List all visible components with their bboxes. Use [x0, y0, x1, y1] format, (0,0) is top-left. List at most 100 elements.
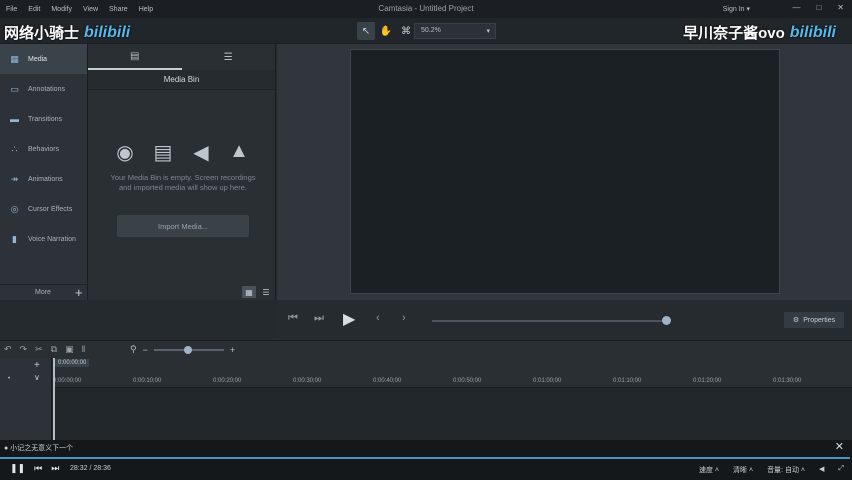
sidebar-item-label: Media	[28, 55, 48, 63]
sidebar-item-annotations[interactable]: ▭ Annotations	[0, 74, 87, 104]
watermark-right: 早川奈子酱ovo bilibili	[683, 22, 836, 43]
copy-icon[interactable]: ⧉	[51, 344, 57, 355]
preview-canvas[interactable]	[350, 49, 780, 294]
sidebar-item-cursor-effects[interactable]: ◎ Cursor Effects	[0, 194, 87, 224]
sign-in-button[interactable]: Sign In ▾	[723, 5, 750, 13]
zoom-in-icon[interactable]: +	[230, 345, 235, 355]
ruler-tick: 0:01:20;00	[693, 378, 722, 384]
next-icon[interactable]: ⏭	[51, 463, 59, 474]
chevron-down-icon: ▾	[486, 28, 490, 35]
zoom-value: 50.2%	[421, 27, 441, 34]
arrow-tool-icon[interactable]: ↖	[357, 22, 375, 40]
ruler-tick: 0:01:00;00	[533, 378, 562, 384]
menu-view[interactable]: View	[83, 6, 98, 13]
crop-tool-icon[interactable]: ⌘	[397, 22, 415, 40]
film-icon: ▤	[153, 142, 173, 164]
menu-share[interactable]: Share	[109, 6, 128, 13]
sidebar-item-transitions[interactable]: ▬ Transitions	[0, 104, 87, 134]
image-icon: ▲	[229, 140, 249, 162]
list-icon: ☰	[223, 51, 233, 63]
microphone-icon: ▮	[12, 233, 17, 244]
track-handle-icon[interactable]: •	[8, 376, 10, 382]
menu-help[interactable]: Help	[139, 6, 153, 13]
import-media-button[interactable]: Import Media...	[117, 215, 249, 237]
zoom-slider[interactable]	[153, 345, 224, 354]
properties-button[interactable]: ⚙ Properties	[784, 312, 844, 328]
ruler-tick: 0:00:00;00	[53, 378, 82, 384]
undo-icon[interactable]: ↶	[4, 344, 12, 355]
playback-bar: ⏮ ⏭ ▶ ‹ › ⚙ Properties	[277, 300, 852, 340]
animation-icon: ↠	[10, 173, 19, 184]
media-bin-tab[interactable]: ▤	[88, 44, 182, 70]
window-controls: — □ ✕	[792, 3, 844, 12]
zoom-slider-handle[interactable]	[183, 345, 192, 354]
library-tab[interactable]: ☰	[182, 44, 276, 70]
sidebar-item-voice-narration[interactable]: ▮ Voice Narration	[0, 224, 87, 254]
playhead-time: 0:00:00;00	[55, 359, 90, 367]
sidebar-item-animations[interactable]: ↠ Animations	[0, 164, 87, 194]
previous-icon[interactable]: ⏮	[34, 463, 42, 474]
step-back-icon[interactable]: ⏮	[288, 312, 298, 325]
ruler-tick: 0:01:30;00	[773, 378, 802, 384]
timeline-toolbar: ↶ ↷ ✂ ⧉ ▣ ‖ ⚲ − +	[0, 340, 852, 358]
zoom-select[interactable]: 50.2% ▾	[414, 23, 496, 39]
media-bin-heading: Media Bin	[88, 70, 275, 90]
search-icon: ⚲	[130, 344, 137, 354]
behavior-icon: ∴	[11, 143, 18, 154]
quality-button[interactable]: 清晰 ˄	[733, 465, 753, 475]
media-type-icons: ◉ ▤ ◀ ▲	[88, 140, 276, 165]
pan-tool-icon[interactable]: ✋	[377, 22, 395, 40]
grid-view-icon[interactable]: ▦	[242, 286, 256, 298]
speaker-icon: ◀	[193, 142, 209, 164]
previous-icon[interactable]: ‹	[376, 312, 380, 324]
ruler-tick: 0:01:10;00	[613, 378, 642, 384]
add-icon[interactable]: +	[75, 285, 83, 300]
timeline-ruler[interactable]: 0:00:00;00 0:00:10;00 0:00:20;00 0:00:30…	[53, 358, 852, 388]
playhead[interactable]	[53, 358, 55, 440]
canvas-area	[277, 44, 852, 300]
sidebar-item-label: Animations	[28, 175, 63, 183]
next-icon[interactable]: ›	[402, 312, 406, 324]
watermark-right-text: 早川奈子酱ovo	[683, 25, 785, 42]
split-icon[interactable]: ‖	[82, 344, 86, 355]
video-progress[interactable]	[0, 457, 851, 459]
film-icon: ▤	[130, 50, 140, 62]
ruler-tick: 0:00:20;00	[213, 378, 242, 384]
scrub-handle[interactable]	[662, 316, 671, 325]
close-icon[interactable]: ✕	[837, 3, 844, 12]
watermark-left-text: 网络小骑士	[4, 25, 80, 42]
sidebar-item-behaviors[interactable]: ∴ Behaviors	[0, 134, 87, 164]
tools-sidebar: ▦ Media ▭ Annotations ▬ Transitions ∴ Be…	[0, 44, 88, 300]
volume-button[interactable]: 音量: 自动 ˄	[767, 465, 805, 475]
bilibili-logo: bilibili	[789, 23, 836, 41]
step-forward-icon[interactable]: ⏭	[314, 312, 324, 325]
add-track-icon[interactable]: +	[34, 360, 40, 371]
watermark-left: 网络小骑士 bilibili	[4, 22, 130, 43]
list-view-icon[interactable]: ☰	[259, 286, 273, 298]
scrub-track[interactable]	[432, 320, 665, 322]
more-bar: More +	[0, 284, 88, 300]
menu-file[interactable]: File	[6, 6, 17, 13]
sidebar-item-label: Voice Narration	[28, 235, 76, 243]
menu-edit[interactable]: Edit	[28, 6, 40, 13]
close-icon[interactable]: ✕	[835, 440, 844, 453]
timeline: + ∨ • 0:00:00;00 0:00:10;00 0:00:20;00 0…	[0, 358, 852, 440]
play-icon[interactable]: ▶	[343, 309, 355, 329]
sidebar-item-media[interactable]: ▦ Media	[0, 44, 87, 74]
pause-icon[interactable]: ❚❚	[10, 463, 25, 474]
video-title: ● 小记之无意义下一个	[4, 445, 74, 452]
sidebar-item-label: Transitions	[28, 115, 62, 123]
speed-button[interactable]: 速度 ˄	[699, 465, 719, 475]
zoom-out-icon[interactable]: −	[143, 345, 148, 355]
minimize-icon[interactable]: —	[792, 3, 800, 12]
fullscreen-icon[interactable]: ⤢	[838, 465, 844, 475]
maximize-icon[interactable]: □	[816, 3, 821, 12]
media-icon: ▦	[10, 53, 19, 64]
chevron-down-icon[interactable]: ∨	[34, 373, 40, 382]
cut-icon[interactable]: ✂	[35, 344, 43, 355]
redo-icon[interactable]: ↷	[20, 344, 28, 355]
more-button[interactable]: More	[35, 289, 51, 296]
speaker-icon[interactable]: ◀	[819, 465, 824, 475]
paste-icon[interactable]: ▣	[65, 344, 74, 355]
menu-modify[interactable]: Modify	[51, 6, 72, 13]
